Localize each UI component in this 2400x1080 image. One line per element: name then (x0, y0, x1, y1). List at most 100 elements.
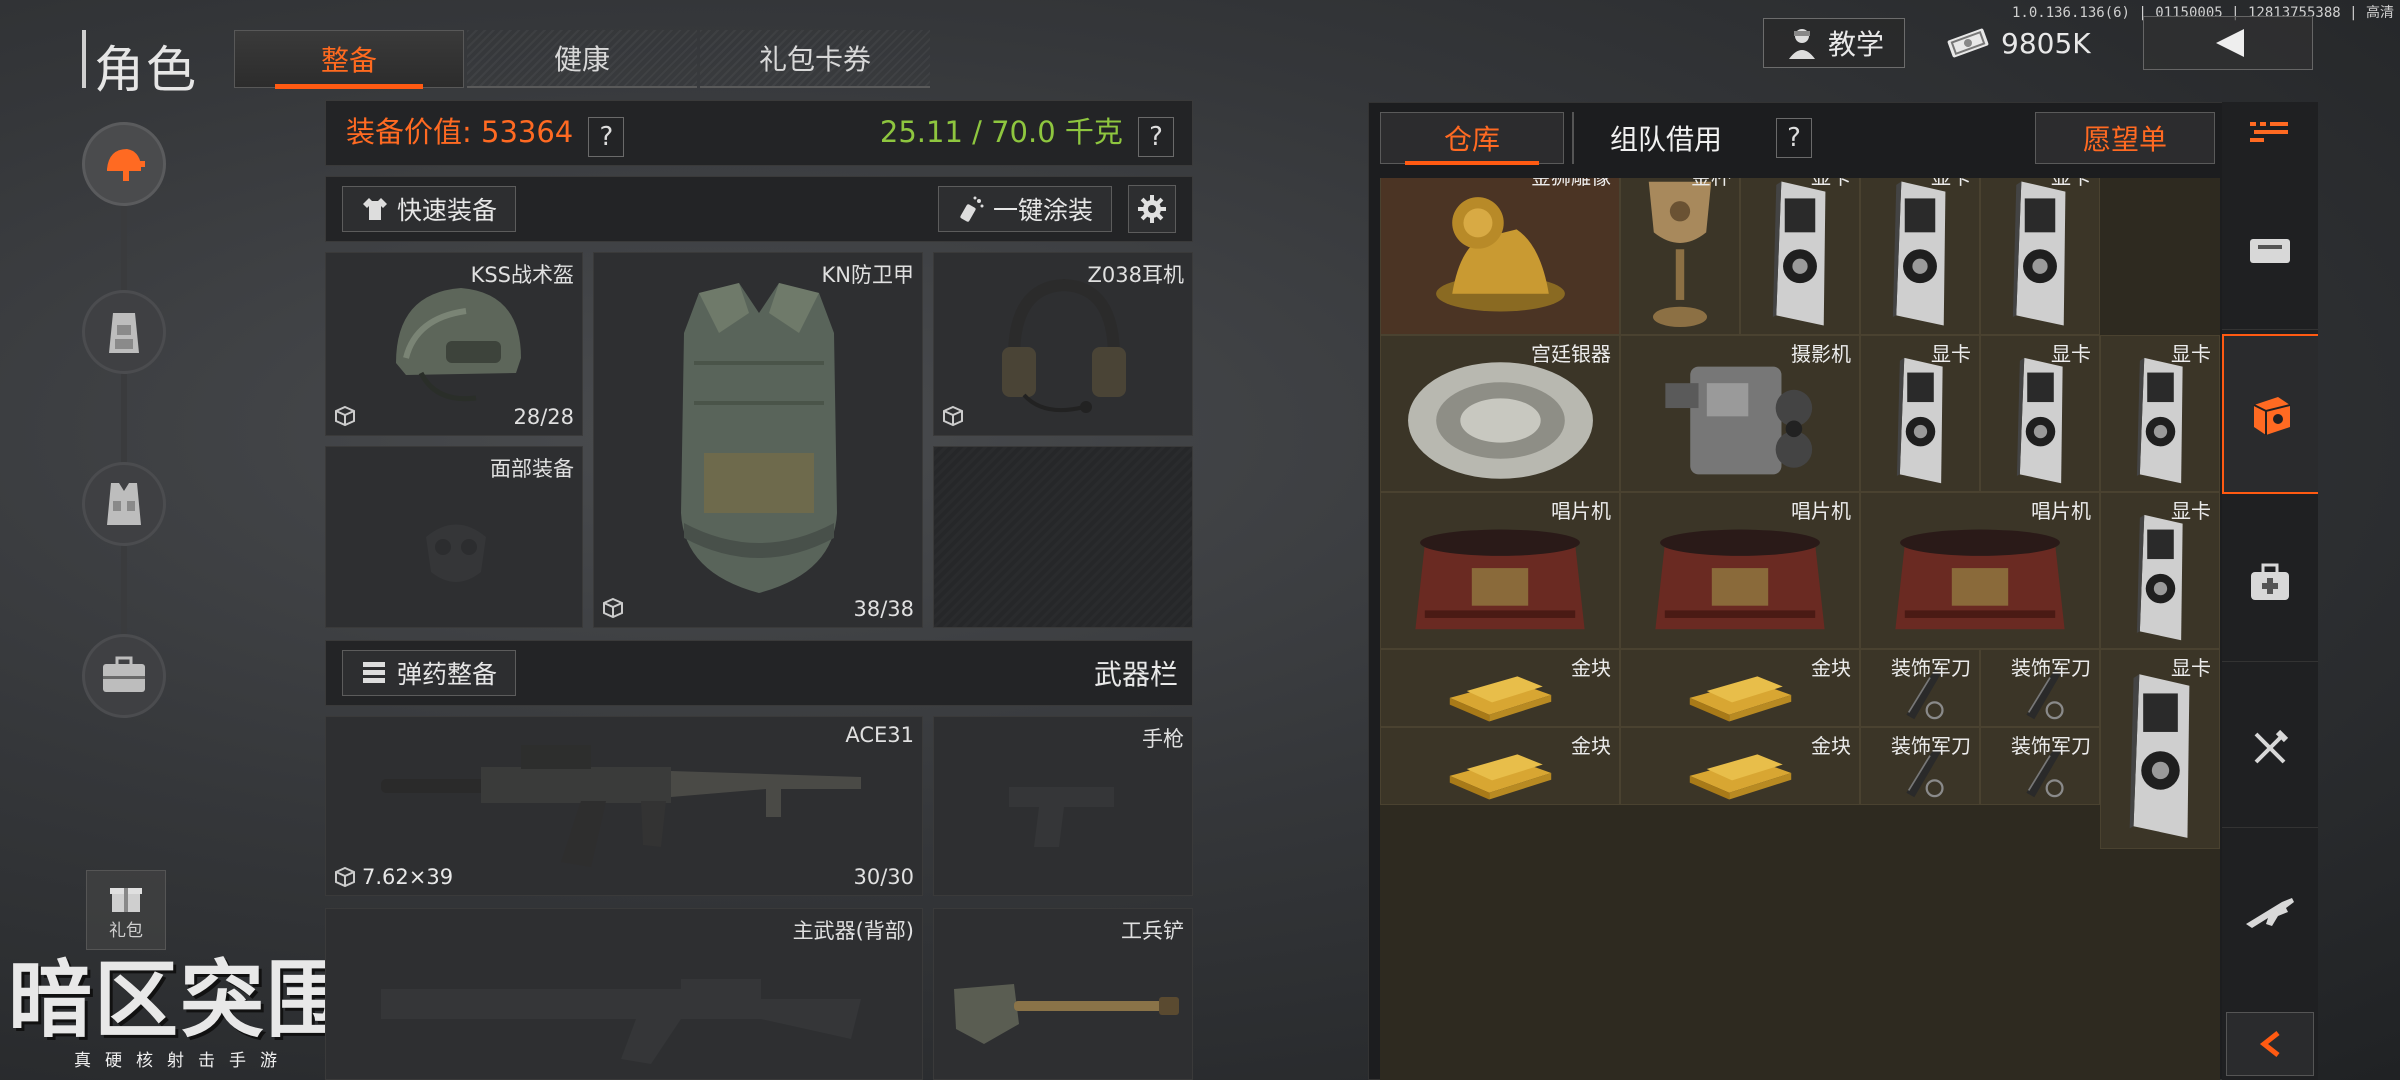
warehouse-item[interactable]: 唱片机 (1860, 492, 2100, 649)
item-name: 显卡 (2051, 178, 2091, 190)
warehouse-item[interactable]: 装饰军刀 (1860, 727, 1980, 805)
item-name: 装饰军刀 (2011, 656, 2091, 680)
category-valuables[interactable] (2222, 334, 2318, 494)
item-name: 金块 (1811, 734, 1851, 758)
tab-label: 整备 (320, 44, 377, 77)
tutorial-button[interactable]: 教学 (1763, 18, 1905, 68)
gift-pack-button[interactable]: 礼包 (86, 870, 166, 950)
warehouse-item[interactable]: 金块 (1620, 727, 1860, 805)
category-food[interactable] (2222, 668, 2318, 828)
phonograph-art (1415, 529, 1585, 630)
warehouse-item[interactable]: 显卡 (2100, 649, 2220, 849)
weapon-name: ACE31 (845, 723, 914, 747)
warehouse-item[interactable]: 显卡 (2100, 335, 2220, 492)
grid-list-icon (2250, 122, 2288, 142)
warehouse-item[interactable]: 装饰军刀 (1980, 649, 2100, 727)
warehouse-item[interactable]: 金块 (1380, 649, 1620, 727)
warehouse-item[interactable]: 宫廷银器 (1380, 335, 1620, 492)
sidebar-item-backpack[interactable] (82, 290, 166, 374)
tab-team-borrow[interactable]: 组队借用 (1572, 112, 1758, 164)
cube-icon (335, 405, 355, 427)
headset-image (1002, 278, 1126, 413)
tab-gift-coupons[interactable]: 礼包卡券 (700, 30, 930, 88)
slot-label: 面部装备 (490, 457, 574, 481)
secondary-weapon-slot[interactable]: 主武器(背部) (325, 908, 923, 1080)
tab-warehouse[interactable]: 仓库 (1380, 112, 1564, 165)
category-storage[interactable] (2222, 170, 2318, 330)
warehouse-item[interactable]: 唱片机 (1620, 492, 1860, 649)
settings-button[interactable] (1128, 185, 1176, 233)
warehouse-item[interactable]: 装饰军刀 (1980, 727, 2100, 805)
tab-prepare[interactable]: 整备 (234, 30, 464, 89)
helmet-slot[interactable]: KSS战术盔 28/28 (325, 252, 583, 436)
face-slot[interactable]: 面部装备 (325, 446, 583, 628)
slot-label: 工兵铲 (1121, 919, 1184, 943)
slot-item-name: KSS战术盔 (470, 263, 574, 287)
sidebar-item-rig[interactable] (82, 462, 166, 546)
sidebar-item-case[interactable] (82, 634, 166, 718)
category-medical[interactable] (2222, 502, 2318, 662)
warehouse-item[interactable]: 摄影机 (1620, 335, 1860, 492)
one-click-paint-button[interactable]: 一键涂装 (937, 186, 1112, 232)
tutorial-label: 教学 (1827, 28, 1884, 61)
gold-art (1449, 676, 1551, 722)
cube-icon (603, 597, 623, 619)
storage-box-icon (2250, 238, 2290, 263)
slot-label: 手枪 (1142, 727, 1184, 751)
category-weapons[interactable] (2222, 834, 2318, 994)
item-name: 摄影机 (1791, 342, 1851, 366)
warehouse-item[interactable]: 唱片机 (1380, 492, 1620, 649)
lion-image (1381, 178, 1619, 334)
gpu-image (1981, 178, 2099, 334)
gpu-art (2012, 181, 2066, 326)
primary-weapon-slot[interactable]: ACE31 30/30 7.62×39 (325, 716, 923, 896)
collapse-button[interactable] (2226, 1012, 2314, 1076)
warehouse-item[interactable]: 显卡 (2100, 492, 2220, 649)
gpu-art (1896, 357, 1943, 484)
gpu-art (1892, 181, 1946, 326)
melee-slot[interactable]: 工兵铲 (933, 908, 1193, 1080)
warehouse-grid: 金狮雕像金杯显卡显卡显卡宫廷银器摄影机显卡显卡显卡唱片机唱片机唱片机显卡金块金块… (1380, 178, 2220, 1080)
warehouse-item[interactable]: 显卡 (1980, 335, 2100, 492)
logo-title: 暗区突围 (8, 951, 353, 1049)
warehouse-help-button[interactable]: ? (1776, 118, 1812, 158)
warehouse-item[interactable]: 显卡 (1860, 335, 1980, 492)
item-name: 宫廷银器 (1531, 342, 1611, 366)
warehouse-item[interactable]: 金块 (1620, 649, 1860, 727)
warehouse-item[interactable]: 金块 (1380, 727, 1620, 805)
warehouse-item[interactable]: 显卡 (1980, 178, 2100, 335)
tab-wishlist[interactable]: 愿望单 (2035, 112, 2215, 164)
warehouse-item[interactable]: 显卡 (1740, 178, 1860, 335)
tab-health[interactable]: 健康 (467, 30, 697, 88)
armor-image (681, 283, 837, 593)
item-name: 金块 (1571, 734, 1611, 758)
cube-icon (335, 866, 355, 888)
quick-equip-button[interactable]: 快速装备 (342, 186, 517, 232)
rifle-icon (2246, 898, 2294, 928)
warehouse-item[interactable]: 装饰军刀 (1860, 649, 1980, 727)
sidebar-item-equipment[interactable] (82, 122, 166, 206)
one-click-paint-label: 一键涂装 (992, 196, 1093, 225)
warehouse-item[interactable]: 显卡 (1860, 178, 1980, 335)
warehouse-item[interactable]: 金杯 (1620, 178, 1740, 335)
value-help-button[interactable]: ? (588, 117, 625, 158)
weight-value: 25.11 / 70.0 千克 (879, 114, 1123, 149)
warehouse-item[interactable]: 金狮雕像 (1380, 178, 1620, 335)
rifle-placeholder-icon (381, 979, 861, 1064)
item-name: 金块 (1811, 656, 1851, 680)
title-accent-bar (82, 30, 92, 88)
weight-help-button[interactable]: ? (1138, 117, 1174, 158)
slot-item-name: KN防卫甲 (821, 263, 914, 287)
currency-amount: 9805K (2001, 26, 2091, 60)
gpu-art (2136, 514, 2183, 641)
cup-image (1621, 178, 1739, 334)
shirt-icon (363, 198, 387, 220)
armor-slot[interactable]: KN防卫甲 38/38 (593, 252, 923, 628)
back-button[interactable] (2143, 16, 2313, 70)
ammo-prepare-button[interactable]: 弹药整备 (342, 650, 517, 696)
category-all[interactable] (2222, 102, 2318, 162)
item-name: 显卡 (1931, 342, 1971, 366)
pistol-slot[interactable]: 手枪 (933, 716, 1193, 896)
camera-art (1665, 366, 1813, 475)
headset-slot[interactable]: Z038耳机 (933, 252, 1193, 436)
